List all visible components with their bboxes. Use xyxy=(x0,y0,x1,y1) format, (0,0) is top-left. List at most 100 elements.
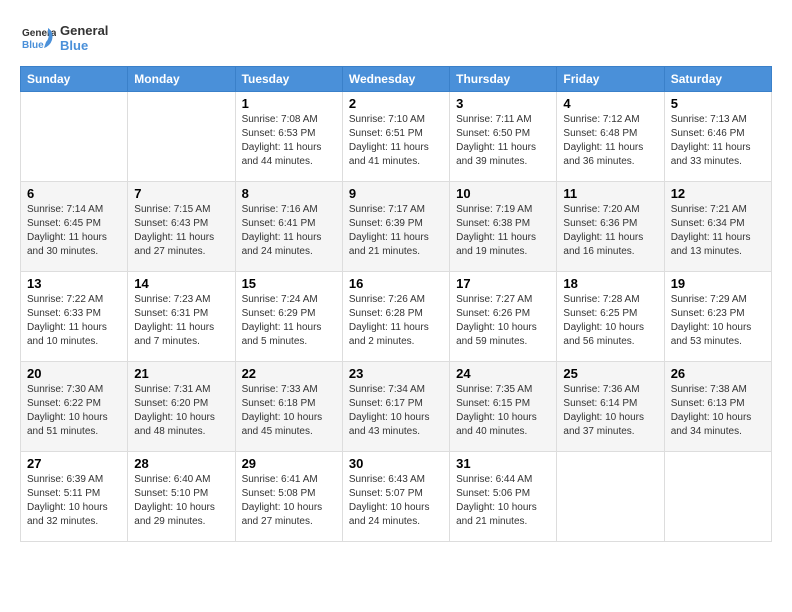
day-info: Sunrise: 7:13 AM Sunset: 6:46 PM Dayligh… xyxy=(671,113,765,169)
day-info: Sunrise: 6:39 AM Sunset: 5:11 PM Dayligh… xyxy=(27,473,121,529)
day-number: 3 xyxy=(456,96,550,111)
day-info: Sunrise: 7:28 AM Sunset: 6:25 PM Dayligh… xyxy=(563,293,657,349)
day-cell xyxy=(128,92,235,182)
day-info: Sunrise: 7:16 AM Sunset: 6:41 PM Dayligh… xyxy=(242,203,336,259)
day-number: 19 xyxy=(671,276,765,291)
day-cell: 19Sunrise: 7:29 AM Sunset: 6:23 PM Dayli… xyxy=(664,272,771,362)
day-number: 18 xyxy=(563,276,657,291)
day-info: Sunrise: 6:44 AM Sunset: 5:06 PM Dayligh… xyxy=(456,473,550,529)
day-number: 8 xyxy=(242,186,336,201)
week-row-1: 1 Sunrise: 7:08 AM Sunset: 6:53 PM Daylig… xyxy=(21,92,772,182)
day-number: 25 xyxy=(563,366,657,381)
day-cell: 26Sunrise: 7:38 AM Sunset: 6:13 PM Dayli… xyxy=(664,362,771,452)
day-cell: 4 Sunrise: 7:12 AM Sunset: 6:48 PM Daylig… xyxy=(557,92,664,182)
day-number: 11 xyxy=(563,186,657,201)
day-number: 5 xyxy=(671,96,765,111)
day-cell: 10 Sunrise: 7:19 AM Sunset: 6:38 PM Dayli… xyxy=(450,182,557,272)
day-info: Sunrise: 7:38 AM Sunset: 6:13 PM Dayligh… xyxy=(671,383,765,439)
day-cell: 7Sunrise: 7:15 AM Sunset: 6:43 PM Daylig… xyxy=(128,182,235,272)
day-number: 20 xyxy=(27,366,121,381)
day-info: Sunrise: 6:43 AM Sunset: 5:07 PM Dayligh… xyxy=(349,473,443,529)
day-cell xyxy=(21,92,128,182)
day-info: Sunrise: 7:10 AM Sunset: 6:51 PM Dayligh… xyxy=(349,113,443,169)
day-cell: 29 Sunrise: 6:41 AM Sunset: 5:08 PM Dayli… xyxy=(235,452,342,542)
day-cell: 12 Sunrise: 7:21 AM Sunset: 6:34 PM Dayli… xyxy=(664,182,771,272)
day-info: Sunrise: 7:15 AM Sunset: 6:43 PM Dayligh… xyxy=(134,203,228,259)
day-number: 23 xyxy=(349,366,443,381)
day-number: 16 xyxy=(349,276,443,291)
day-info: Sunrise: 7:23 AM Sunset: 6:31 PM Dayligh… xyxy=(134,293,228,349)
day-cell: 30 Sunrise: 6:43 AM Sunset: 5:07 PM Dayli… xyxy=(342,452,449,542)
col-header-thursday: Thursday xyxy=(450,67,557,92)
day-cell: 31 Sunrise: 6:44 AM Sunset: 5:06 PM Dayli… xyxy=(450,452,557,542)
day-number: 4 xyxy=(563,96,657,111)
day-number: 9 xyxy=(349,186,443,201)
day-cell: 8 Sunrise: 7:16 AM Sunset: 6:41 PM Daylig… xyxy=(235,182,342,272)
day-cell: 3 Sunrise: 7:11 AM Sunset: 6:50 PM Daylig… xyxy=(450,92,557,182)
day-number: 27 xyxy=(27,456,121,471)
day-info: Sunrise: 7:14 AM Sunset: 6:45 PM Dayligh… xyxy=(27,203,121,259)
day-info: Sunrise: 7:33 AM Sunset: 6:18 PM Dayligh… xyxy=(242,383,336,439)
day-cell: 15Sunrise: 7:24 AM Sunset: 6:29 PM Dayli… xyxy=(235,272,342,362)
day-cell: 5 Sunrise: 7:13 AM Sunset: 6:46 PM Daylig… xyxy=(664,92,771,182)
page-header: General Blue General Blue xyxy=(20,20,772,56)
day-number: 14 xyxy=(134,276,228,291)
day-number: 17 xyxy=(456,276,550,291)
day-info: Sunrise: 7:31 AM Sunset: 6:20 PM Dayligh… xyxy=(134,383,228,439)
day-number: 15 xyxy=(242,276,336,291)
week-row-2: 6 Sunrise: 7:14 AM Sunset: 6:45 PM Daylig… xyxy=(21,182,772,272)
day-info: Sunrise: 7:36 AM Sunset: 6:14 PM Dayligh… xyxy=(563,383,657,439)
day-cell: 28 Sunrise: 6:40 AM Sunset: 5:10 PM Dayli… xyxy=(128,452,235,542)
col-header-friday: Friday xyxy=(557,67,664,92)
col-header-tuesday: Tuesday xyxy=(235,67,342,92)
day-cell: 23 Sunrise: 7:34 AM Sunset: 6:17 PM Dayli… xyxy=(342,362,449,452)
day-info: Sunrise: 6:41 AM Sunset: 5:08 PM Dayligh… xyxy=(242,473,336,529)
svg-text:Blue: Blue xyxy=(22,40,44,51)
day-number: 30 xyxy=(349,456,443,471)
day-cell: 21 Sunrise: 7:31 AM Sunset: 6:20 PM Dayli… xyxy=(128,362,235,452)
col-header-monday: Monday xyxy=(128,67,235,92)
day-info: Sunrise: 7:35 AM Sunset: 6:15 PM Dayligh… xyxy=(456,383,550,439)
day-number: 28 xyxy=(134,456,228,471)
day-number: 6 xyxy=(27,186,121,201)
week-row-4: 20 Sunrise: 7:30 AM Sunset: 6:22 PM Dayli… xyxy=(21,362,772,452)
day-cell: 1 Sunrise: 7:08 AM Sunset: 6:53 PM Daylig… xyxy=(235,92,342,182)
day-info: Sunrise: 7:11 AM Sunset: 6:50 PM Dayligh… xyxy=(456,113,550,169)
day-cell: 2Sunrise: 7:10 AM Sunset: 6:51 PM Daylig… xyxy=(342,92,449,182)
day-info: Sunrise: 7:21 AM Sunset: 6:34 PM Dayligh… xyxy=(671,203,765,259)
day-number: 22 xyxy=(242,366,336,381)
day-info: Sunrise: 7:34 AM Sunset: 6:17 PM Dayligh… xyxy=(349,383,443,439)
day-cell xyxy=(557,452,664,542)
col-header-sunday: Sunday xyxy=(21,67,128,92)
day-cell: 22 Sunrise: 7:33 AM Sunset: 6:18 PM Dayli… xyxy=(235,362,342,452)
day-number: 31 xyxy=(456,456,550,471)
day-info: Sunrise: 7:19 AM Sunset: 6:38 PM Dayligh… xyxy=(456,203,550,259)
week-row-3: 13 Sunrise: 7:22 AM Sunset: 6:33 PM Dayli… xyxy=(21,272,772,362)
day-info: Sunrise: 7:08 AM Sunset: 6:53 PM Dayligh… xyxy=(242,113,336,169)
day-cell xyxy=(664,452,771,542)
week-row-5: 27 Sunrise: 6:39 AM Sunset: 5:11 PM Dayli… xyxy=(21,452,772,542)
col-header-wednesday: Wednesday xyxy=(342,67,449,92)
day-info: Sunrise: 7:26 AM Sunset: 6:28 PM Dayligh… xyxy=(349,293,443,349)
day-number: 10 xyxy=(456,186,550,201)
day-number: 12 xyxy=(671,186,765,201)
days-header-row: SundayMondayTuesdayWednesdayThursdayFrid… xyxy=(21,67,772,92)
day-number: 1 xyxy=(242,96,336,111)
day-number: 13 xyxy=(27,276,121,291)
day-info: Sunrise: 7:12 AM Sunset: 6:48 PM Dayligh… xyxy=(563,113,657,169)
day-cell: 11 Sunrise: 7:20 AM Sunset: 6:36 PM Dayli… xyxy=(557,182,664,272)
logo: General Blue General Blue xyxy=(20,20,108,56)
day-number: 29 xyxy=(242,456,336,471)
day-number: 24 xyxy=(456,366,550,381)
day-cell: 25 Sunrise: 7:36 AM Sunset: 6:14 PM Dayli… xyxy=(557,362,664,452)
day-info: Sunrise: 7:30 AM Sunset: 6:22 PM Dayligh… xyxy=(27,383,121,439)
day-cell: 27 Sunrise: 6:39 AM Sunset: 5:11 PM Dayli… xyxy=(21,452,128,542)
day-info: Sunrise: 7:27 AM Sunset: 6:26 PM Dayligh… xyxy=(456,293,550,349)
day-cell: 14 Sunrise: 7:23 AM Sunset: 6:31 PM Dayli… xyxy=(128,272,235,362)
calendar-table: SundayMondayTuesdayWednesdayThursdayFrid… xyxy=(20,66,772,542)
day-info: Sunrise: 6:40 AM Sunset: 5:10 PM Dayligh… xyxy=(134,473,228,529)
day-info: Sunrise: 7:22 AM Sunset: 6:33 PM Dayligh… xyxy=(27,293,121,349)
day-number: 21 xyxy=(134,366,228,381)
day-info: Sunrise: 7:20 AM Sunset: 6:36 PM Dayligh… xyxy=(563,203,657,259)
logo-icon: General Blue xyxy=(20,20,56,56)
